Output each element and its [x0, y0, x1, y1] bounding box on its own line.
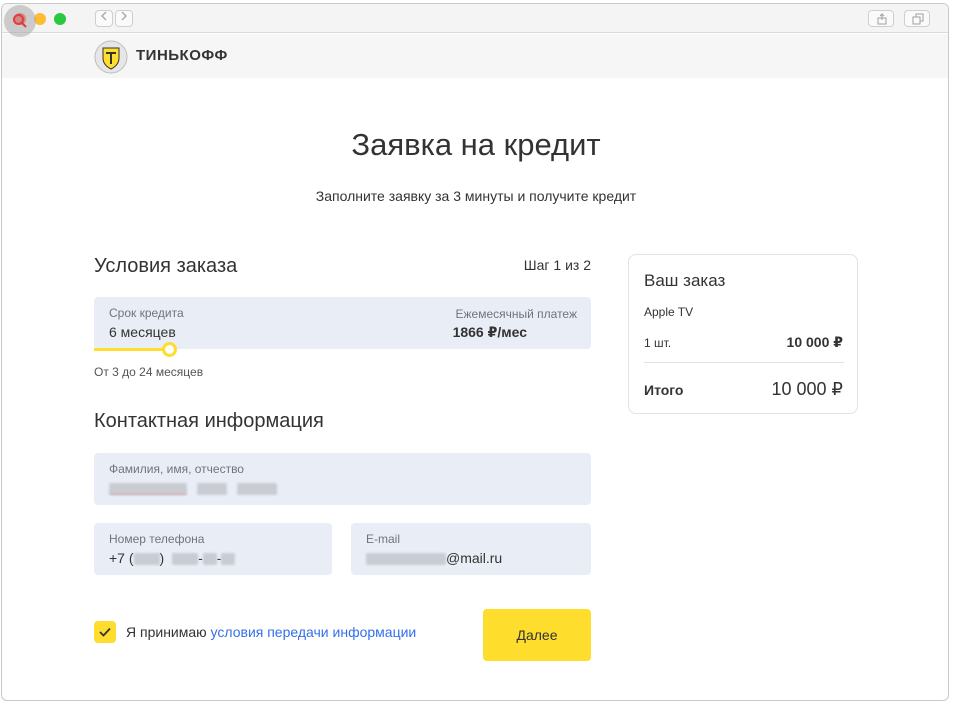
maximize-window-button[interactable] [54, 13, 66, 25]
summary-divider [644, 362, 844, 363]
next-button[interactable]: Далее [483, 609, 591, 661]
browser-window: ТИНЬКОФФ Заявка на кредит Заполните заяв… [1, 3, 949, 701]
email-value: @mail.ru [366, 550, 502, 566]
email-domain: @mail.ru [446, 550, 503, 566]
product-price: 10 000 ₽ [786, 334, 843, 350]
phone-value: +7 () -- [109, 550, 236, 566]
checkmark-icon [99, 627, 111, 637]
term-slider-handle[interactable] [162, 342, 177, 357]
full-name-value [109, 480, 277, 496]
tabs-icon [912, 13, 924, 25]
consent-label: Я принимаю [126, 624, 211, 640]
contact-info-title: Контактная информация [94, 410, 324, 432]
page-subtitle: Заполните заявку за 3 минуты и получите … [315, 188, 637, 204]
monthly-payment-value: 1866 ₽/мес [452, 324, 527, 340]
email-label: E-mail [366, 532, 401, 546]
credit-term-label: Срок кредита [109, 306, 184, 320]
logo-text: ТИНЬКОФФ [136, 47, 228, 64]
chevron-left-icon [101, 11, 107, 21]
share-icon [877, 13, 887, 25]
magnifier-icon [13, 14, 27, 28]
back-button[interactable] [95, 10, 113, 27]
forward-button[interactable] [115, 10, 133, 27]
phone-label: Номер телефона [109, 532, 205, 546]
product-name: Apple TV [644, 305, 694, 319]
consent-terms-link[interactable]: условия передачи информации [211, 624, 417, 640]
term-slider-fill [94, 348, 164, 351]
title-bar [2, 4, 948, 33]
zoom-overlay [4, 5, 36, 37]
phone-close-paren: ) [159, 550, 165, 566]
full-name-field[interactable]: Фамилия, имя, отчество [94, 453, 591, 505]
email-field[interactable]: E-mail @mail.ru [351, 523, 591, 575]
consent-checkbox[interactable] [94, 621, 116, 643]
tinkoff-logo-icon[interactable] [94, 40, 128, 74]
phone-prefix: +7 ( [109, 550, 134, 566]
site-header: ТИНЬКОФФ [2, 34, 948, 78]
total-value: 10 000 ₽ [771, 379, 843, 399]
monthly-payment-label: Ежемесячный платеж [455, 307, 577, 321]
term-range-hint: От 3 до 24 месяцев [94, 365, 204, 379]
product-quantity: 1 шт. [644, 336, 672, 350]
consent-text: Я принимаю условия передачи информации [126, 624, 416, 640]
show-tabs-button[interactable] [904, 10, 930, 27]
page-title: Заявка на кредит [351, 127, 601, 162]
step-indicator: Шаг 1 из 2 [523, 257, 591, 273]
order-conditions-title: Условия заказа [94, 255, 238, 277]
full-name-label: Фамилия, имя, отчество [109, 462, 244, 476]
share-button[interactable] [868, 10, 894, 27]
order-summary-card: Ваш заказ Apple TV 1 шт. 10 000 ₽ Итого … [628, 254, 858, 414]
chevron-right-icon [121, 11, 127, 21]
credit-term-value: 6 месяцев [109, 324, 176, 340]
total-label: Итого [644, 382, 684, 398]
phone-field[interactable]: Номер телефона +7 () -- [94, 523, 332, 575]
order-summary-title: Ваш заказ [644, 271, 726, 290]
